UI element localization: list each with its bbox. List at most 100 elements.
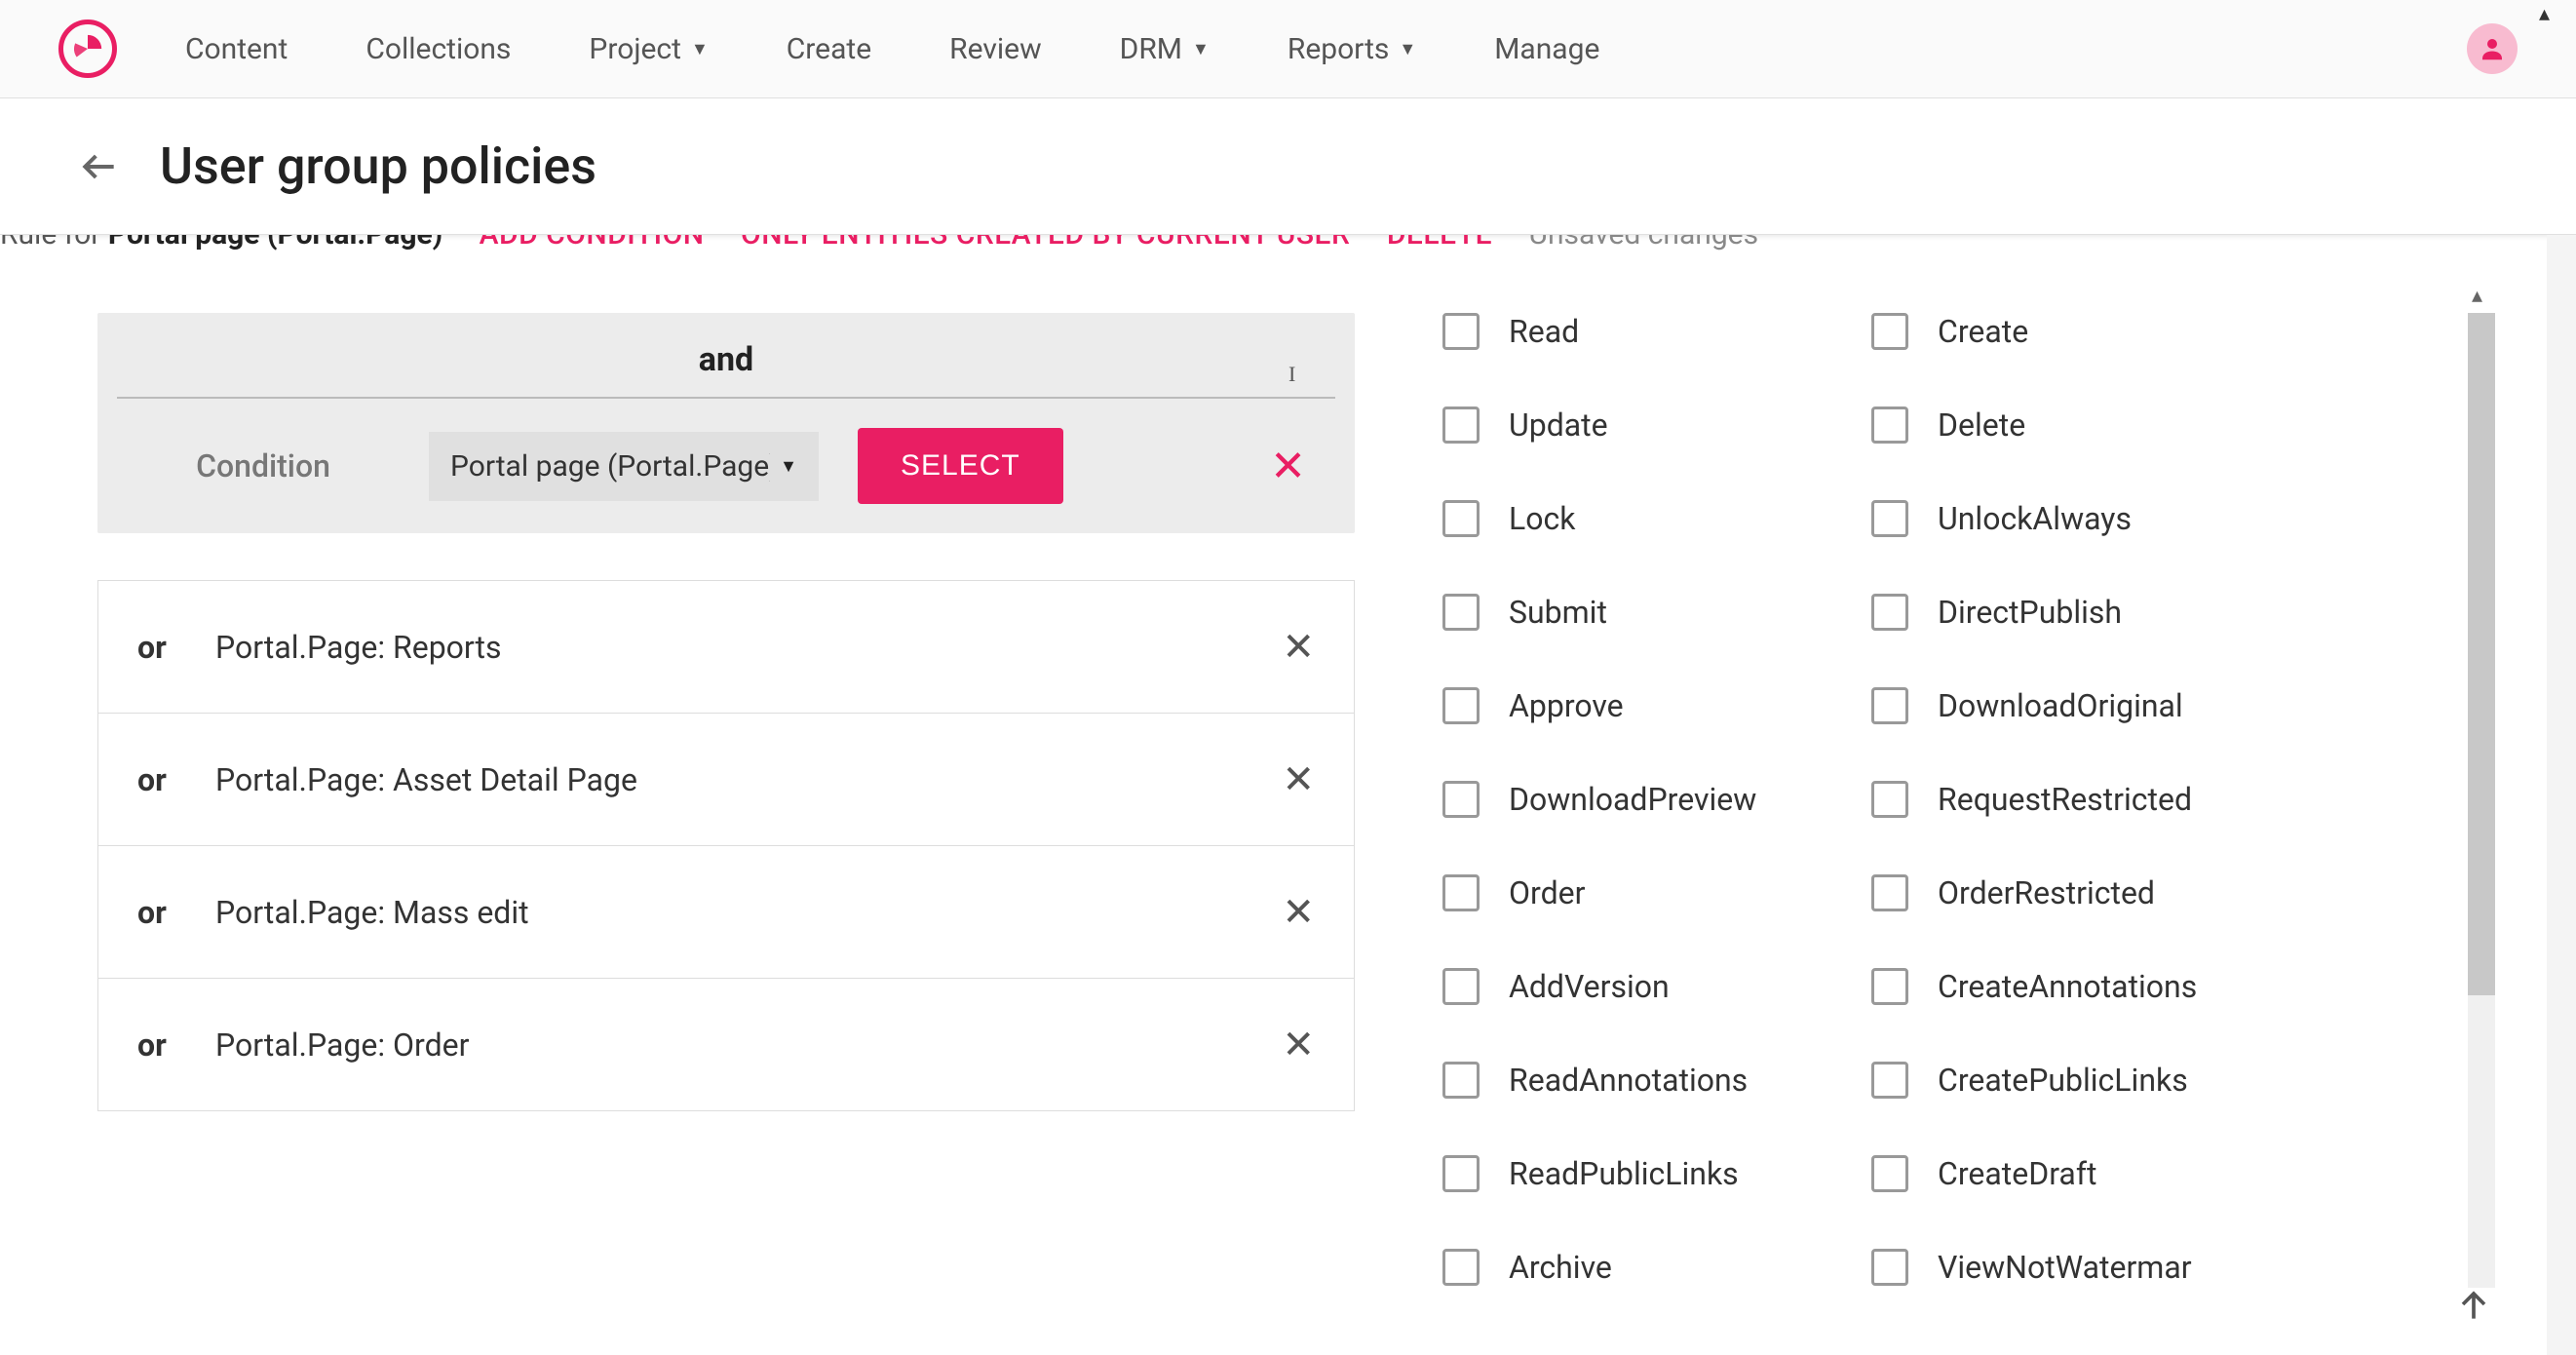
delete-rule-button[interactable]: DELETE — [1387, 235, 1492, 252]
nav-items: Content Collections Project▼ Create Revi… — [185, 32, 1599, 66]
checkbox-icon[interactable] — [1871, 594, 1908, 631]
checkbox-icon[interactable] — [1871, 313, 1908, 350]
perm-requestrestricted[interactable]: RequestRestricted — [1871, 781, 2261, 818]
checkbox-icon[interactable] — [1871, 1155, 1908, 1192]
nav-review[interactable]: Review — [949, 32, 1041, 66]
perm-update[interactable]: Update — [1442, 406, 1813, 444]
condition-row: Condition Portal page (Portal.Page) ▼ SE… — [97, 399, 1355, 504]
perm-create[interactable]: Create — [1871, 313, 2261, 350]
permissions-scrollbar[interactable]: ▴ — [2468, 313, 2495, 1288]
checkbox-icon[interactable] — [1442, 500, 1480, 537]
perm-lock[interactable]: Lock — [1442, 500, 1813, 537]
remove-or-icon[interactable]: ✕ — [1282, 1022, 1315, 1067]
nav-project[interactable]: Project▼ — [589, 32, 708, 66]
perm-createpubliclinks[interactable]: CreatePublicLinks — [1871, 1062, 2261, 1099]
checkbox-icon[interactable] — [1871, 500, 1908, 537]
rule-header: Rule for Portal page (Portal.Page) ADD C… — [0, 235, 2534, 270]
checkbox-icon[interactable] — [1442, 1155, 1480, 1192]
or-operator: or — [137, 894, 215, 931]
remove-or-icon[interactable]: ✕ — [1282, 889, 1315, 935]
remove-or-icon[interactable]: ✕ — [1282, 756, 1315, 802]
nav-reports[interactable]: Reports▼ — [1288, 32, 1416, 66]
top-nav: ▴ Content Collections Project▼ Create Re… — [0, 0, 2576, 98]
perm-createdraft[interactable]: CreateDraft — [1871, 1155, 2261, 1192]
perm-downloadoriginal[interactable]: DownloadOriginal — [1871, 687, 2261, 724]
perm-approve[interactable]: Approve — [1442, 687, 1813, 724]
checkbox-icon[interactable] — [1442, 313, 1480, 350]
permissions-column-left: Read Update Lock Submit Approve Download… — [1442, 313, 1813, 1355]
nav-manage[interactable]: Manage — [1494, 32, 1599, 66]
back-arrow-icon[interactable] — [78, 145, 121, 188]
or-operator: or — [137, 761, 215, 798]
perm-unlockalways[interactable]: UnlockAlways — [1871, 500, 2261, 537]
perm-order[interactable]: Order — [1442, 874, 1813, 911]
nav-create[interactable]: Create — [787, 32, 871, 66]
checkbox-icon[interactable] — [1442, 781, 1480, 818]
caret-down-icon: ▼ — [1399, 39, 1416, 59]
or-operator: or — [137, 629, 215, 666]
page-header: User group policies — [0, 98, 2576, 235]
checkbox-icon[interactable] — [1442, 968, 1480, 1005]
checkbox-icon[interactable] — [1442, 1249, 1480, 1286]
scrollbar-thumb[interactable] — [2468, 313, 2495, 995]
or-row: or Portal.Page: Asset Detail Page ✕ — [98, 714, 1354, 846]
perm-readannotations[interactable]: ReadAnnotations — [1442, 1062, 1813, 1099]
add-condition-button[interactable]: ADD CONDITION — [480, 235, 705, 252]
permissions-column-right: Create Delete UnlockAlways DirectPublish… — [1871, 313, 2261, 1355]
remove-condition-icon[interactable]: ✕ — [1270, 441, 1306, 491]
user-avatar[interactable] — [2467, 23, 2518, 74]
condition-type-dropdown[interactable]: Portal page (Portal.Page) ▼ — [429, 432, 819, 501]
logo-icon — [71, 32, 104, 65]
select-button[interactable]: SELECT — [858, 428, 1063, 504]
perm-viewnotwatermar[interactable]: ViewNotWatermar — [1871, 1249, 2261, 1286]
unsaved-changes-label: Unsaved changes — [1529, 235, 1759, 252]
caret-down-icon: ▼ — [691, 39, 709, 59]
checkbox-icon[interactable] — [1442, 687, 1480, 724]
checkbox-icon[interactable] — [1871, 1249, 1908, 1286]
nav-drm[interactable]: DRM▼ — [1120, 32, 1210, 66]
checkbox-icon[interactable] — [1442, 1062, 1480, 1099]
permissions-panel: Read Update Lock Submit Approve Download… — [1355, 235, 2261, 1355]
or-value: Portal.Page: Order — [215, 1026, 469, 1064]
checkbox-icon[interactable] — [1871, 968, 1908, 1005]
nav-collections[interactable]: Collections — [365, 32, 511, 66]
perm-archive[interactable]: Archive — [1442, 1249, 1813, 1286]
perm-createannotations[interactable]: CreateAnnotations — [1871, 968, 2261, 1005]
or-value: Portal.Page: Asset Detail Page — [215, 761, 637, 798]
scroll-to-top-icon[interactable] — [2452, 1283, 2495, 1326]
person-icon — [2478, 34, 2507, 63]
checkbox-icon[interactable] — [1442, 594, 1480, 631]
checkbox-icon[interactable] — [1442, 406, 1480, 444]
perm-downloadpreview[interactable]: DownloadPreview — [1442, 781, 1813, 818]
conditions-panel: and Condition Portal page (Portal.Page) … — [97, 235, 1355, 1355]
perm-delete[interactable]: Delete — [1871, 406, 2261, 444]
page-title: User group policies — [160, 136, 596, 196]
checkbox-icon[interactable] — [1871, 874, 1908, 911]
or-operator: or — [137, 1026, 215, 1064]
perm-readpubliclinks[interactable]: ReadPublicLinks — [1442, 1155, 1813, 1192]
caret-down-icon: ▼ — [1192, 39, 1210, 59]
checkbox-icon[interactable] — [1871, 687, 1908, 724]
perm-directpublish[interactable]: DirectPublish — [1871, 594, 2261, 631]
browser-scroll-up-icon[interactable]: ▴ — [2539, 2, 2568, 21]
checkbox-icon[interactable] — [1871, 406, 1908, 444]
perm-submit[interactable]: Submit — [1442, 594, 1813, 631]
and-condition-block: and Condition Portal page (Portal.Page) … — [97, 313, 1355, 533]
or-value: Portal.Page: Reports — [215, 629, 502, 666]
browser-scrollbar[interactable] — [2547, 235, 2576, 1355]
nav-content[interactable]: Content — [185, 32, 288, 66]
or-value: Portal.Page: Mass edit — [215, 894, 529, 931]
remove-or-icon[interactable]: ✕ — [1282, 624, 1315, 670]
condition-label: Condition — [136, 447, 390, 484]
scroll-up-icon[interactable]: ▴ — [2472, 284, 2482, 308]
app-logo[interactable] — [58, 19, 117, 78]
perm-orderrestricted[interactable]: OrderRestricted — [1871, 874, 2261, 911]
checkbox-icon[interactable] — [1871, 781, 1908, 818]
or-row: or Portal.Page: Mass edit ✕ — [98, 846, 1354, 979]
checkbox-icon[interactable] — [1442, 874, 1480, 911]
perm-addversion[interactable]: AddVersion — [1442, 968, 1813, 1005]
checkbox-icon[interactable] — [1871, 1062, 1908, 1099]
only-entities-button[interactable]: ONLY ENTITIES CREATED BY CURRENT USER — [741, 235, 1350, 252]
or-row: or Portal.Page: Reports ✕ — [98, 581, 1354, 714]
perm-read[interactable]: Read — [1442, 313, 1813, 350]
